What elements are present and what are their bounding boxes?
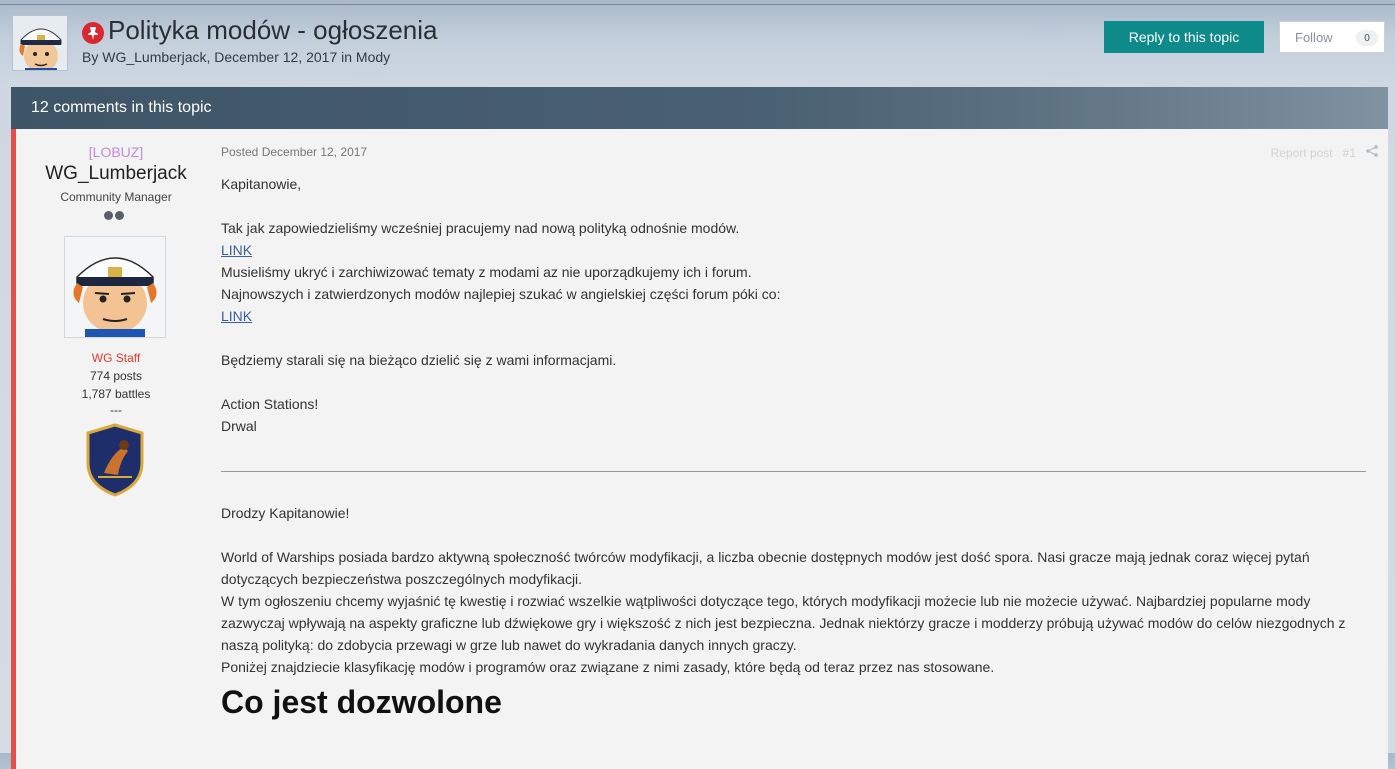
rep-dot: [115, 211, 124, 220]
post-text: Tak jak zapowiedzieliśmy wcześniej pracu…: [221, 220, 740, 236]
topic-meta: By WG_Lumberjack, December 12, 2017 in M…: [82, 49, 390, 65]
follow-label: Follow: [1295, 29, 1333, 45]
content-divider: [221, 471, 1366, 472]
post-greeting: Kapitanowie,: [221, 176, 302, 192]
reputation-dots: [104, 211, 124, 220]
post-paragraph: Poniżej znajdziecie klasyfikację modów i…: [221, 659, 995, 675]
post: [LOBUZ] WG_Lumberjack Community Manager: [11, 129, 1388, 769]
follow-button[interactable]: Follow 0: [1279, 21, 1385, 53]
author-name-link[interactable]: WG_Lumberjack: [16, 163, 216, 185]
top-divider: [0, 4, 1395, 5]
clan-tag: [LOBUZ]: [88, 144, 144, 160]
link-2[interactable]: LINK: [221, 308, 252, 324]
author-separator: ---: [110, 403, 122, 417]
clan-badge-icon: [84, 423, 146, 497]
post-tools: Report post #1: [1271, 145, 1378, 160]
post-number-link[interactable]: #1: [1343, 146, 1356, 160]
link-1[interactable]: LINK: [221, 242, 252, 258]
post-content: Kapitanowie, Tak jak zapowiedzieliśmy wc…: [221, 173, 1371, 722]
author-group: WG Staff: [91, 351, 141, 365]
comments-count-text: 12 comments in this topic: [31, 99, 212, 116]
rep-dot: [104, 211, 113, 220]
follow-count-badge: 0: [1356, 30, 1378, 46]
comments-count-bar: 12 comments in this topic: [11, 87, 1388, 129]
post-signature: Drwal: [221, 418, 257, 434]
author-post-count: 774 posts: [89, 369, 143, 383]
section-heading: Co jest dozwolone: [221, 684, 502, 720]
post-greeting-2: Drodzy Kapitanowie!: [221, 505, 350, 521]
post-text: Najnowszych i zatwierdzonych modów najle…: [221, 286, 781, 302]
author-role: Community Manager: [60, 190, 172, 204]
page-title: Polityka modów - ogłoszenia: [108, 15, 438, 45]
pin-icon: [82, 22, 104, 44]
meta-prefix: By: [82, 49, 99, 65]
meta-author-link[interactable]: WG_Lumberjack: [102, 49, 206, 65]
post-paragraph: W tym ogłoszeniu chcemy wyjaśnić tę kwes…: [221, 593, 1346, 653]
topic-author-avatar[interactable]: [12, 15, 68, 71]
post-text: Będziemy starali się na bieżąco dzielić …: [221, 352, 617, 368]
reply-to-topic-button[interactable]: Reply to this topic: [1104, 21, 1264, 53]
author-battle-count: 1,787 battles: [81, 387, 151, 401]
post-text: Musieliśmy ukryć i zarchiwizować tematy …: [221, 264, 752, 280]
share-icon[interactable]: [1366, 145, 1378, 160]
meta-forum-link[interactable]: Mody: [356, 49, 390, 65]
meta-date: , December 12, 2017 in: [206, 49, 356, 65]
post-signoff: Action Stations!: [221, 396, 319, 412]
post-date: Posted December 12, 2017: [221, 145, 368, 159]
post-paragraph: World of Warships posiada bardzo aktywną…: [221, 549, 1310, 587]
report-post-link[interactable]: Report post: [1271, 146, 1333, 160]
author-avatar[interactable]: [64, 236, 166, 338]
